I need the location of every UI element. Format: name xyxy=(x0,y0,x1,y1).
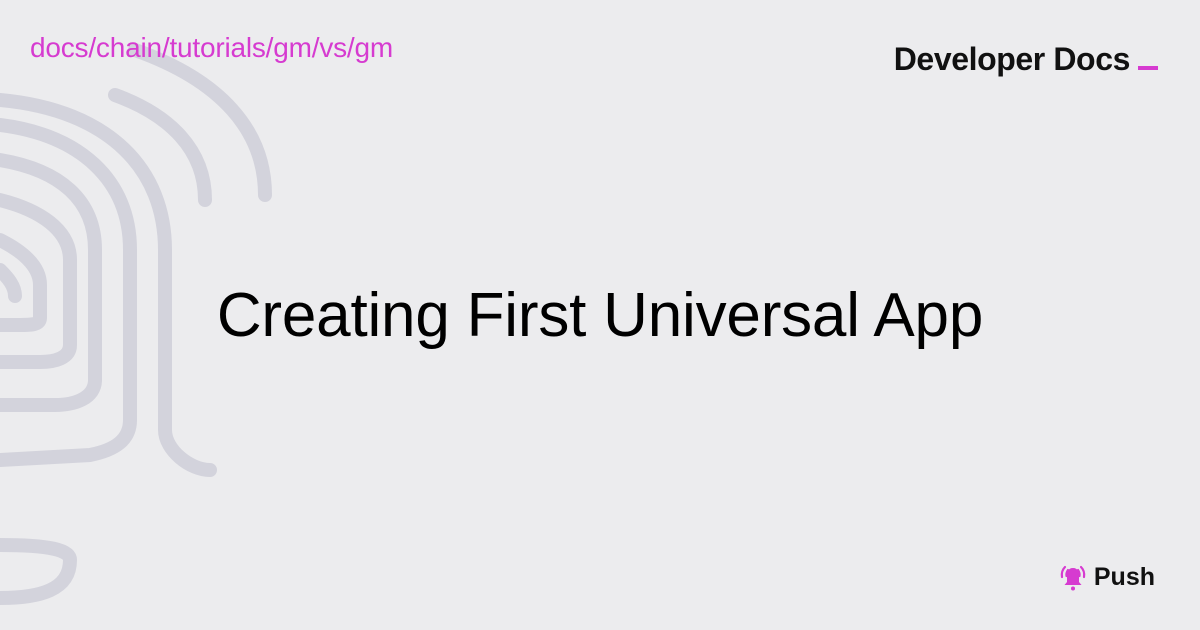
social-card: docs/chain/tutorials/gm/vs/gm Developer … xyxy=(0,0,1200,630)
logo-label: Push xyxy=(1093,563,1155,591)
cursor-underscore-bar xyxy=(1138,66,1158,70)
bell-wave-right-outer xyxy=(1079,565,1086,579)
breadcrumb[interactable]: docs/chain/tutorials/gm/vs/gm xyxy=(30,30,393,66)
cursor-underscore-icon xyxy=(1138,66,1158,70)
bell-clapper xyxy=(1070,586,1075,591)
developer-docs-brand: Developer Docs xyxy=(894,40,1158,78)
bell-icon xyxy=(1060,565,1086,591)
bell-wave-left-outer xyxy=(1060,565,1066,579)
brand-label: Developer Docs xyxy=(893,41,1131,77)
push-logo: Push xyxy=(1058,562,1155,592)
page-title: Creating First Universal App xyxy=(216,281,984,350)
